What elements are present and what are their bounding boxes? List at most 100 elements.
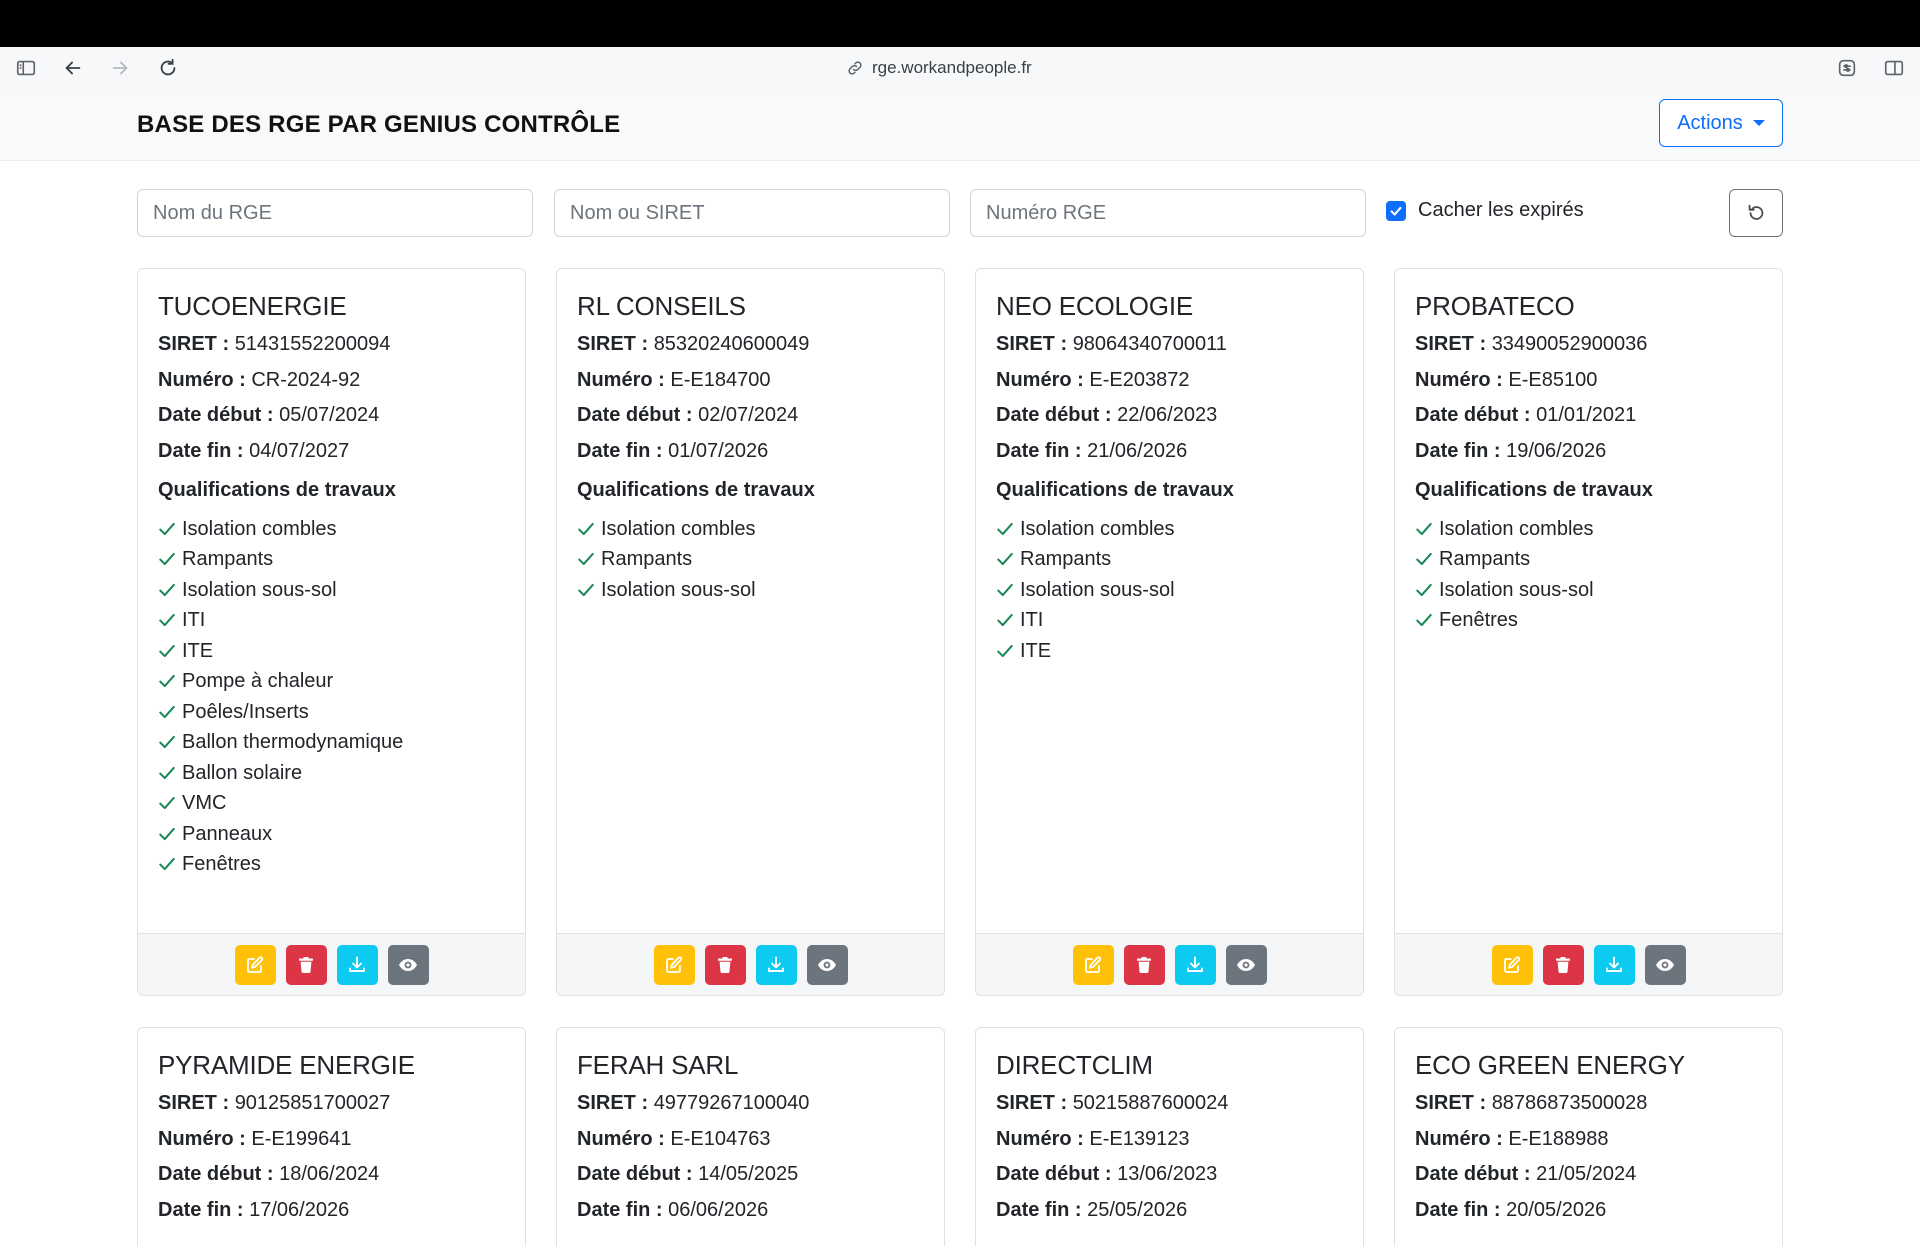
rge-card: PROBATECO SIRET : 33490052900036 Numéro : … — [1394, 268, 1783, 996]
edit-icon — [664, 955, 684, 975]
view-button[interactable] — [1644, 944, 1686, 985]
download-button[interactable] — [1593, 944, 1635, 985]
hide-expired-toggle[interactable]: Cacher les expirés — [1386, 199, 1584, 222]
qualification-label: Isolation combles — [1020, 517, 1175, 540]
qualification-label: Isolation sous-sol — [1020, 578, 1175, 601]
rge-card: PYRAMIDE ENERGIE SIRET : 90125851700027 Nu… — [137, 1027, 526, 1246]
card-body: NEO ECOLOGIE SIRET : 98064340700011 Numéro… — [976, 269, 1363, 666]
delete-button[interactable] — [1123, 944, 1165, 985]
forward-arrow-icon[interactable] — [109, 57, 131, 79]
edit-icon — [1083, 955, 1103, 975]
field-label: SIRET : — [996, 333, 1068, 355]
url-text: rge.workandpeople.fr — [872, 58, 1032, 77]
field-label: Date début : — [158, 1163, 274, 1185]
qualification-label: ITI — [1020, 609, 1044, 631]
field-value: 02/07/2024 — [698, 404, 799, 426]
qualification-item: VMC — [158, 788, 505, 819]
check-icon — [159, 522, 175, 535]
back-arrow-icon[interactable] — [62, 57, 84, 79]
qualification-label: ITE — [1020, 639, 1052, 662]
reload-icon[interactable] — [157, 57, 179, 79]
download-button[interactable] — [755, 944, 797, 985]
field-label: Date fin : — [577, 439, 663, 462]
rge-number-filter-input[interactable] — [970, 189, 1366, 237]
brand-title: BASE DES RGE PAR GENIUS CONTRÔLE — [137, 111, 621, 138]
qualification-label: Isolation sous-sol — [601, 578, 756, 601]
field-value: 25/05/2026 — [1087, 1198, 1188, 1221]
field-value: E-E188988 — [1508, 1127, 1609, 1150]
card-body: ECO GREEN ENERGY SIRET : 88786873500028 Nu… — [1395, 1028, 1782, 1223]
field-value: 21/06/2026 — [1087, 439, 1188, 462]
card-actions — [976, 933, 1363, 995]
field-value: 14/05/2025 — [698, 1163, 799, 1185]
check-icon — [578, 522, 594, 535]
download-icon — [766, 955, 786, 975]
qualification-label: Isolation combles — [1439, 517, 1594, 540]
qualification-label: VMC — [182, 792, 227, 814]
field-value: 13/06/2023 — [1117, 1163, 1218, 1185]
actions-dropdown-button[interactable]: Actions — [1659, 99, 1783, 147]
edit-icon — [1502, 955, 1522, 975]
field-date-debut: Date début : 22/06/2023 — [996, 402, 1343, 428]
edit-button[interactable] — [234, 944, 276, 985]
field-label: Numéro : — [996, 1127, 1084, 1150]
hide-expired-checkbox[interactable] — [1386, 200, 1406, 221]
eye-icon — [1655, 955, 1675, 975]
field-value: 90125851700027 — [234, 1092, 391, 1114]
qualification-item: ITI — [158, 605, 505, 636]
rge-card: ECO GREEN ENERGY SIRET : 88786873500028 Nu… — [1394, 1027, 1783, 1246]
reset-filters-button[interactable] — [1729, 189, 1783, 237]
siret-filter-input[interactable] — [554, 189, 950, 237]
check-icon — [1416, 522, 1432, 535]
field-siret: SIRET : 51431552200094 — [158, 331, 505, 357]
split-view-icon[interactable] — [1883, 57, 1905, 79]
check-icon — [1416, 614, 1432, 627]
card-title: DIRECTCLIM — [996, 1050, 1153, 1080]
view-button[interactable] — [806, 944, 848, 985]
delete-button[interactable] — [704, 944, 746, 985]
address-bar[interactable]: rge.workandpeople.fr — [846, 58, 1032, 78]
field-siret: SIRET : 90125851700027 — [158, 1090, 505, 1116]
rge-card: DIRECTCLIM SIRET : 50215887600024 Numéro :… — [975, 1027, 1364, 1246]
field-label: Date fin : — [996, 1198, 1082, 1221]
field-label: Date fin : — [996, 439, 1082, 462]
qualification-label: Rampants — [601, 548, 693, 570]
delete-button[interactable] — [285, 944, 327, 985]
qualification-item: Rampants — [1415, 544, 1762, 575]
field-value: CR-2024-92 — [251, 368, 361, 391]
qualification-label: Ballon solaire — [182, 761, 303, 784]
qualification-item: Rampants — [996, 544, 1343, 575]
download-button[interactable] — [1174, 944, 1216, 985]
window-top-strip — [0, 0, 1920, 47]
card-title: ECO GREEN ENERGY — [1415, 1050, 1685, 1080]
view-button[interactable] — [387, 944, 429, 985]
field-siret: SIRET : 50215887600024 — [996, 1090, 1343, 1116]
link-icon — [848, 61, 862, 75]
check-icon — [1416, 553, 1432, 566]
check-icon — [159, 736, 175, 749]
edit-button[interactable] — [1491, 944, 1533, 985]
edit-button[interactable] — [653, 944, 695, 985]
sidebar-toggle-icon[interactable] — [15, 57, 37, 79]
view-button[interactable] — [1225, 944, 1267, 985]
qualifications-heading: Qualifications de travaux — [996, 478, 1234, 501]
edit-button[interactable] — [1072, 944, 1114, 985]
extension-icon[interactable] — [1836, 57, 1858, 79]
rge-name-filter-input[interactable] — [137, 189, 533, 237]
qualification-label: Isolation combles — [601, 517, 756, 540]
delete-button[interactable] — [1542, 944, 1584, 985]
field-label: Date fin : — [158, 439, 244, 462]
check-icon — [159, 553, 175, 566]
check-icon — [997, 522, 1013, 535]
qualification-item: Isolation sous-sol — [1415, 575, 1762, 606]
field-numero: Numéro : CR-2024-92 — [158, 367, 505, 393]
download-button[interactable] — [336, 944, 378, 985]
qualification-item: Isolation combles — [577, 514, 924, 545]
field-date-debut: Date début : 14/05/2025 — [577, 1161, 924, 1187]
check-icon — [159, 766, 175, 779]
check-icon — [578, 583, 594, 596]
field-value: 22/06/2023 — [1117, 404, 1218, 426]
qualification-item: Rampants — [577, 544, 924, 575]
eye-icon — [398, 955, 418, 975]
qualification-label: ITE — [182, 639, 214, 662]
